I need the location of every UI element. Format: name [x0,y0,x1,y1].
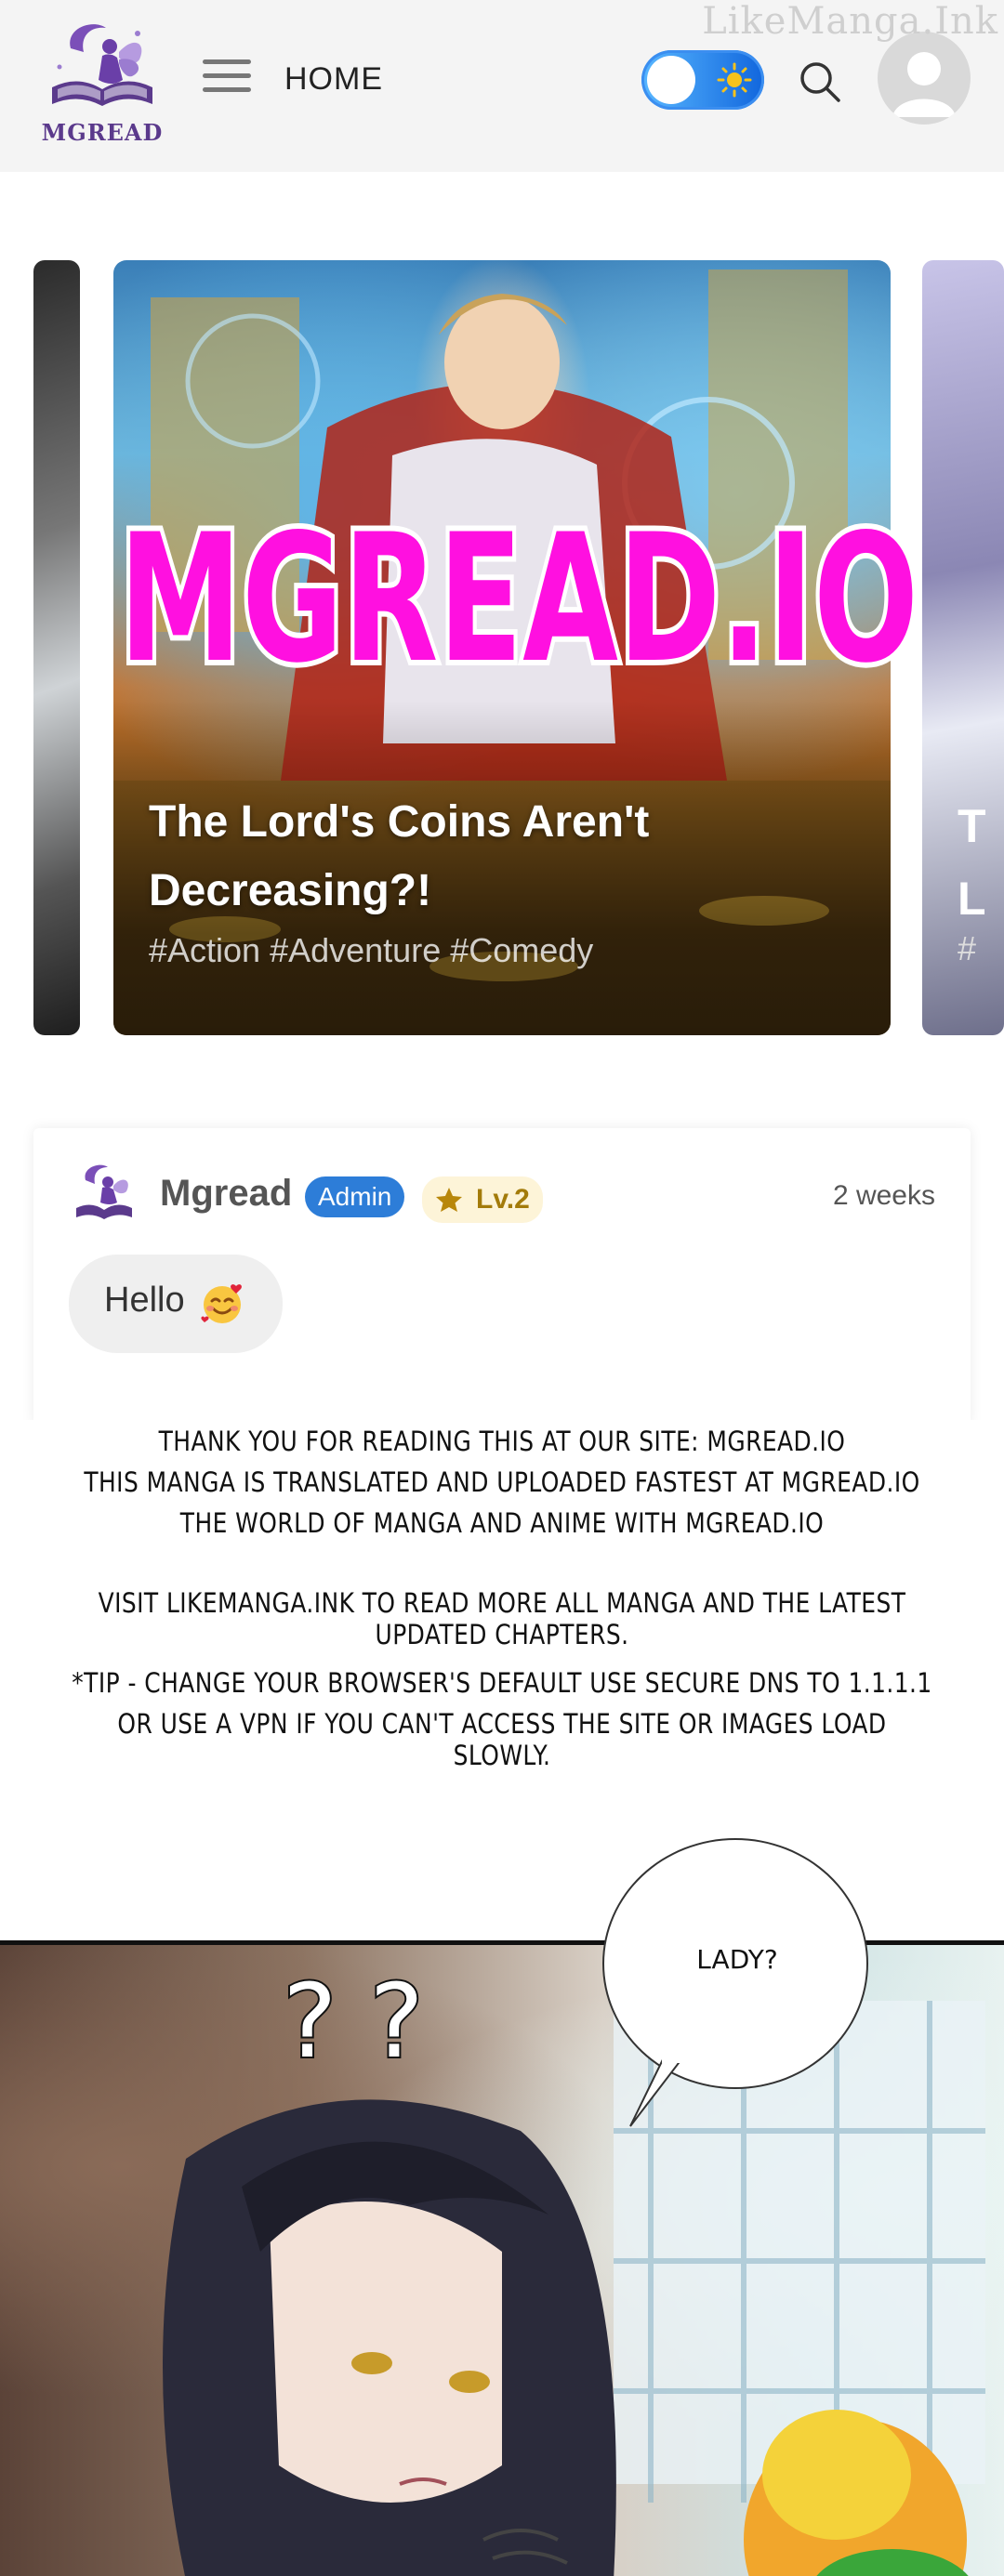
speech-bubble-tail [629,2054,684,2127]
comment-card: Mgread Admin Lv.2 2 weeks Hello [33,1128,971,1426]
next-card-tags: # [958,929,977,967]
next-card-title-line: T [958,800,986,852]
carousel-next-card[interactable]: T L # [922,260,1004,1035]
level-text: Lv.2 [476,1184,530,1215]
sun-icon [717,62,752,98]
home-link[interactable]: HOME [284,61,383,98]
commenter-name[interactable]: Mgread [160,1173,292,1215]
notice-line: This manga is translated and uploaded fa… [84,1466,920,1498]
page: MGREAD HOME LikeManga.Ink The Lord's Coi… [0,0,1004,2576]
next-card-title: T L [958,790,986,935]
hamburger-menu-icon[interactable] [203,59,251,97]
admin-badge: Admin [305,1176,405,1217]
notice-line: Thank you for reading this at our site: … [158,1426,846,1457]
commenter-avatar[interactable] [71,1160,138,1227]
user-avatar[interactable] [878,32,971,125]
site-logo[interactable]: MGREAD [37,15,167,154]
card-title-line: Decreasing?! [149,866,432,915]
notice-line: *Tip - Change your browser's default use… [72,1667,932,1699]
comment-message: Hello [104,1281,185,1320]
user-icon [892,52,956,117]
theme-toggle[interactable] [641,50,764,110]
card-tags: #Action #Adventure #Comedy [149,931,594,969]
logo-text: MGREAD [41,119,164,146]
fairy-book-icon [52,24,152,106]
site-notice: Thank you for reading this at our site: … [0,1420,1004,1940]
card-title: The Lord's Coins Aren't Decreasing?! [149,788,799,926]
smiling-face-with-hearts-icon [201,1284,242,1323]
card-title-line: The Lord's Coins Aren't [149,797,650,847]
next-card-title-line: L [958,873,986,925]
watermark: LikeManga.Ink [702,0,998,43]
carousel-prev-card[interactable] [33,260,80,1035]
search-icon[interactable] [798,59,842,104]
speech-bubble: LADY? [602,1838,868,2089]
notice-line: or use a VPN if you can't access the sit… [117,1708,887,1771]
manga-panel-illustration [163,2001,985,2576]
notice-line: The world of manga and anime with mgread… [179,1507,825,1539]
comment-bubble: Hello [69,1255,283,1353]
speech-text: LADY? [696,1944,778,1975]
promo-overlay: MGREAD.IO [113,491,924,707]
toggle-knob [647,56,695,104]
question-marks-text: ? ? [283,1962,424,2081]
promo-text: MGREAD.IO [119,496,918,702]
level-badge: Lv.2 [422,1176,543,1223]
question-marks: ? ? [281,1960,426,2083]
star-icon [436,1188,462,1212]
comment-time: 2 weeks [832,1180,935,1211]
featured-carousel[interactable]: The Lord's Coins Aren't Decreasing?! #Ac… [0,260,1004,1041]
manga-panel: ? ? [0,1940,1004,2576]
notice-line: Visit likemanga.ink to read more all man… [98,1587,906,1650]
site-header: MGREAD HOME LikeManga.Ink [0,0,1004,172]
